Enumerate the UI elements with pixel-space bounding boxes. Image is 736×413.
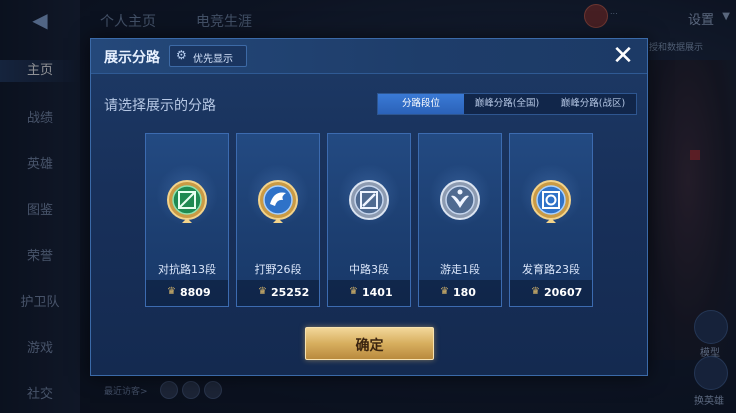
lane-name: 发育路23段: [522, 263, 580, 276]
dialog-header: 展示分路 ⚙ 优先显示 ✕: [91, 39, 647, 74]
dialog-subtitle: 请选择展示的分路: [104, 98, 216, 114]
segment-peak-national[interactable]: 巅峰分路(全国): [464, 94, 550, 114]
confirm-label: 确定: [355, 338, 384, 354]
lane-card-roam[interactable]: 游走1段 ♛ 180: [418, 133, 502, 307]
segment-peak-region[interactable]: 巅峰分路(战区): [550, 94, 636, 114]
lane-card-farm[interactable]: 发育路23段 ♛ 20607: [509, 133, 593, 307]
lane-card-mid[interactable]: 中路3段 ♛ 1401: [327, 133, 411, 307]
roam-emblem-icon: [440, 180, 480, 220]
lane-name: 游走1段: [440, 263, 480, 276]
lane-name: 打野26段: [254, 263, 302, 276]
lane-card-clash[interactable]: 对抗路13段 ♛ 8809: [145, 133, 229, 307]
crown-icon: ♛: [167, 286, 176, 297]
display-lane-dialog: 展示分路 ⚙ 优先显示 ✕ 请选择展示的分路 分路段位 巅峰分路(全国) 巅峰分…: [90, 38, 648, 376]
lane-score: 20607: [544, 286, 583, 299]
score-bar: ♛ 20607: [510, 280, 592, 306]
gear-icon: ⚙: [176, 48, 187, 62]
crown-icon: ♛: [531, 286, 540, 297]
score-bar: ♛ 180: [419, 280, 501, 306]
lane-score: 8809: [180, 286, 211, 299]
farm-lane-emblem-icon: [531, 180, 571, 223]
score-bar: ♛ 1401: [328, 280, 410, 306]
crown-icon: ♛: [440, 286, 449, 297]
lane-score: 1401: [362, 286, 393, 299]
priority-display-button[interactable]: ⚙ 优先显示: [169, 45, 247, 67]
mid-lane-emblem-icon: [349, 180, 389, 220]
jungle-emblem-icon: [258, 180, 298, 223]
lane-name: 对抗路13段: [158, 263, 216, 276]
lane-score: 180: [453, 286, 476, 299]
crown-icon: ♛: [258, 286, 267, 297]
priority-display-label: 优先显示: [193, 54, 233, 65]
crown-icon: ♛: [349, 286, 358, 297]
clash-lane-emblem-icon: [167, 180, 207, 223]
score-bar: ♛ 25252: [237, 280, 319, 306]
score-bar: ♛ 8809: [146, 280, 228, 306]
lane-score: 25252: [271, 286, 310, 299]
segment-lane-rank[interactable]: 分路段位: [378, 94, 464, 114]
close-icon[interactable]: ✕: [608, 41, 638, 71]
lane-card-jungle[interactable]: 打野26段 ♛ 25252: [236, 133, 320, 307]
segment-control: 分路段位 巅峰分路(全国) 巅峰分路(战区): [377, 93, 637, 115]
dialog-title: 展示分路: [104, 50, 160, 66]
confirm-button[interactable]: 确定: [305, 327, 434, 360]
lane-name: 中路3段: [349, 263, 389, 276]
